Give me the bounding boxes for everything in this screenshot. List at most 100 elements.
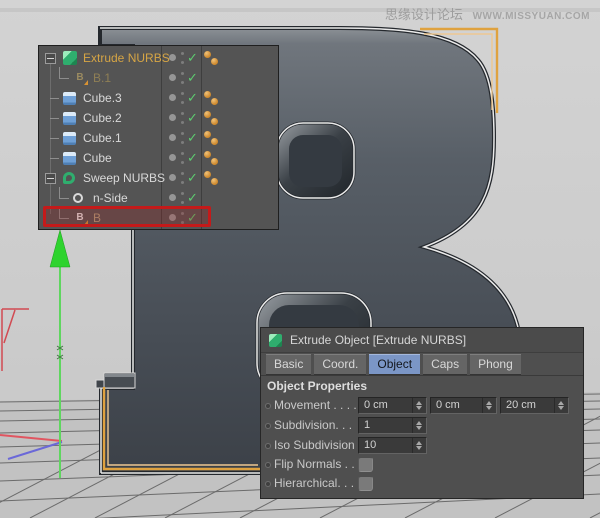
watermark-cjk: 思缘设计论坛 — [385, 7, 463, 22]
visibility-dots[interactable] — [181, 52, 185, 64]
tree-tick-line — [50, 98, 59, 99]
cube-icon — [63, 112, 76, 125]
subdivision-value: 1 — [364, 419, 370, 431]
om-row-cube3[interactable]: Cube.3 ✓ — [39, 88, 278, 108]
property-label: Flip Normals . . — [274, 457, 355, 471]
property-row-subdivision: Subdivision. . . 1 — [261, 417, 583, 435]
state-dot[interactable] — [169, 154, 176, 161]
visibility-dots[interactable] — [181, 132, 185, 144]
attribute-manager-panel[interactable]: Extrude Object [Extrude NURBS] Basic Coo… — [260, 327, 584, 499]
layer-dots-icon — [203, 109, 219, 127]
visibility-dots[interactable] — [181, 152, 185, 164]
tree-corner-line — [59, 67, 69, 79]
sweep-nurbs-icon — [63, 172, 75, 184]
state-dot[interactable] — [169, 74, 176, 81]
om-label[interactable]: B.1 — [93, 71, 111, 85]
om-row-nside[interactable]: n-Side ✓ — [39, 188, 278, 208]
om-label[interactable]: n-Side — [93, 191, 128, 205]
attribute-title: Extrude Object [Extrude NURBS] — [290, 333, 466, 347]
attribute-tabs[interactable]: Basic Coord. Object Caps Phong — [266, 354, 521, 375]
om-row-sweep-nurbs[interactable]: Sweep NURBS ✓ — [39, 168, 278, 188]
layer-dots-icon — [203, 169, 219, 187]
movement-z-field[interactable]: 20 cm — [500, 397, 569, 414]
enable-check-icon[interactable]: ✓ — [187, 50, 198, 66]
layer-dots-icon — [203, 149, 219, 167]
visibility-dots[interactable] — [181, 92, 185, 104]
tab-basic[interactable]: Basic — [266, 354, 311, 375]
property-row-hierarchical: Hierarchical. . . — [261, 475, 583, 493]
visibility-dots[interactable] — [181, 112, 185, 124]
om-label[interactable]: Cube.2 — [83, 111, 122, 125]
state-dot[interactable] — [169, 194, 176, 201]
om-label[interactable]: Cube.3 — [83, 91, 122, 105]
om-row-cube2[interactable]: Cube.2 ✓ — [39, 108, 278, 128]
stepper-icon[interactable] — [482, 398, 496, 413]
state-dot[interactable] — [169, 114, 176, 121]
om-label[interactable]: Cube.1 — [83, 131, 122, 145]
property-row-movement: Movement . . . . 0 cm 0 cm 20 cm — [261, 397, 583, 415]
enable-check-icon[interactable]: ✓ — [187, 150, 198, 166]
visibility-dots[interactable] — [181, 192, 185, 204]
layer-dots-icon — [203, 129, 219, 147]
anim-dot[interactable] — [265, 462, 271, 468]
hierarchical-checkbox[interactable] — [358, 476, 373, 491]
om-row-cube1[interactable]: Cube.1 ✓ — [39, 128, 278, 148]
anim-dot[interactable] — [265, 403, 271, 409]
collapse-minus-icon[interactable] — [45, 173, 56, 184]
cube-icon — [63, 152, 76, 165]
stepper-icon[interactable] — [412, 438, 426, 453]
anim-dot[interactable] — [265, 423, 271, 429]
tree-tick-line — [50, 138, 59, 139]
viewport[interactable]: 思缘设计论坛 WWW.MISSYUAN.COM Extrude NURBS ✓ … — [0, 0, 600, 518]
tab-separator — [261, 375, 583, 376]
state-dot[interactable] — [169, 54, 176, 61]
visibility-dots[interactable] — [181, 172, 185, 184]
om-label[interactable]: Cube — [83, 151, 112, 165]
state-dot[interactable] — [169, 94, 176, 101]
om-label[interactable]: Sweep NURBS — [83, 171, 165, 185]
enable-check-icon[interactable]: ✓ — [187, 170, 198, 186]
tab-coord[interactable]: Coord. — [314, 354, 366, 375]
cube-icon — [63, 132, 76, 145]
anim-dot[interactable] — [265, 481, 271, 487]
iso-subdivision-field[interactable]: 10 — [358, 437, 427, 454]
tab-object[interactable]: Object — [369, 354, 420, 375]
tab-phong[interactable]: Phong — [470, 354, 521, 375]
movement-y-field[interactable]: 0 cm — [430, 397, 497, 414]
om-row-extrude-nurbs[interactable]: Extrude NURBS ✓ — [39, 48, 278, 68]
property-label: Iso Subdivision — [274, 438, 355, 452]
om-row-b1[interactable]: B B.1 ✓ — [39, 68, 278, 88]
movement-z-value: 20 cm — [506, 399, 536, 411]
tree-tick-line — [50, 118, 59, 119]
om-row-cube[interactable]: Cube ✓ — [39, 148, 278, 168]
tab-caps[interactable]: Caps — [423, 354, 467, 375]
enable-check-icon[interactable]: ✓ — [187, 190, 198, 206]
object-manager-panel[interactable]: Extrude NURBS ✓ B B.1 ✓ Cube.3 ✓ C — [38, 45, 279, 230]
property-label: Movement . . . . — [274, 398, 357, 412]
tree-tick-line — [50, 158, 59, 159]
enable-check-icon[interactable]: ✓ — [187, 110, 198, 126]
visibility-dots[interactable] — [181, 72, 185, 84]
stepper-icon[interactable] — [412, 418, 426, 433]
extrude-nurbs-icon — [63, 51, 77, 65]
watermark: 思缘设计论坛 WWW.MISSYUAN.COM — [385, 7, 590, 24]
om-label[interactable]: Extrude NURBS — [83, 51, 170, 65]
flip-normals-checkbox[interactable] — [358, 457, 373, 472]
subdivision-field[interactable]: 1 — [358, 417, 427, 434]
nside-icon — [73, 193, 83, 203]
stepper-icon[interactable] — [412, 398, 426, 413]
property-row-flip-normals: Flip Normals . . — [261, 456, 583, 474]
iso-subdivision-value: 10 — [364, 439, 376, 451]
tree-corner-line — [59, 187, 69, 199]
movement-x-field[interactable]: 0 cm — [358, 397, 427, 414]
stepper-icon[interactable] — [554, 398, 568, 413]
enable-check-icon[interactable]: ✓ — [187, 90, 198, 106]
enable-check-icon[interactable]: ✓ — [187, 70, 198, 86]
anim-dot[interactable] — [265, 443, 271, 449]
state-dot[interactable] — [169, 174, 176, 181]
enable-check-icon[interactable]: ✓ — [187, 130, 198, 146]
state-dot[interactable] — [169, 134, 176, 141]
watermark-url: WWW.MISSYUAN.COM — [473, 11, 590, 22]
collapse-minus-icon[interactable] — [45, 53, 56, 64]
layer-dots-icon — [203, 89, 219, 107]
